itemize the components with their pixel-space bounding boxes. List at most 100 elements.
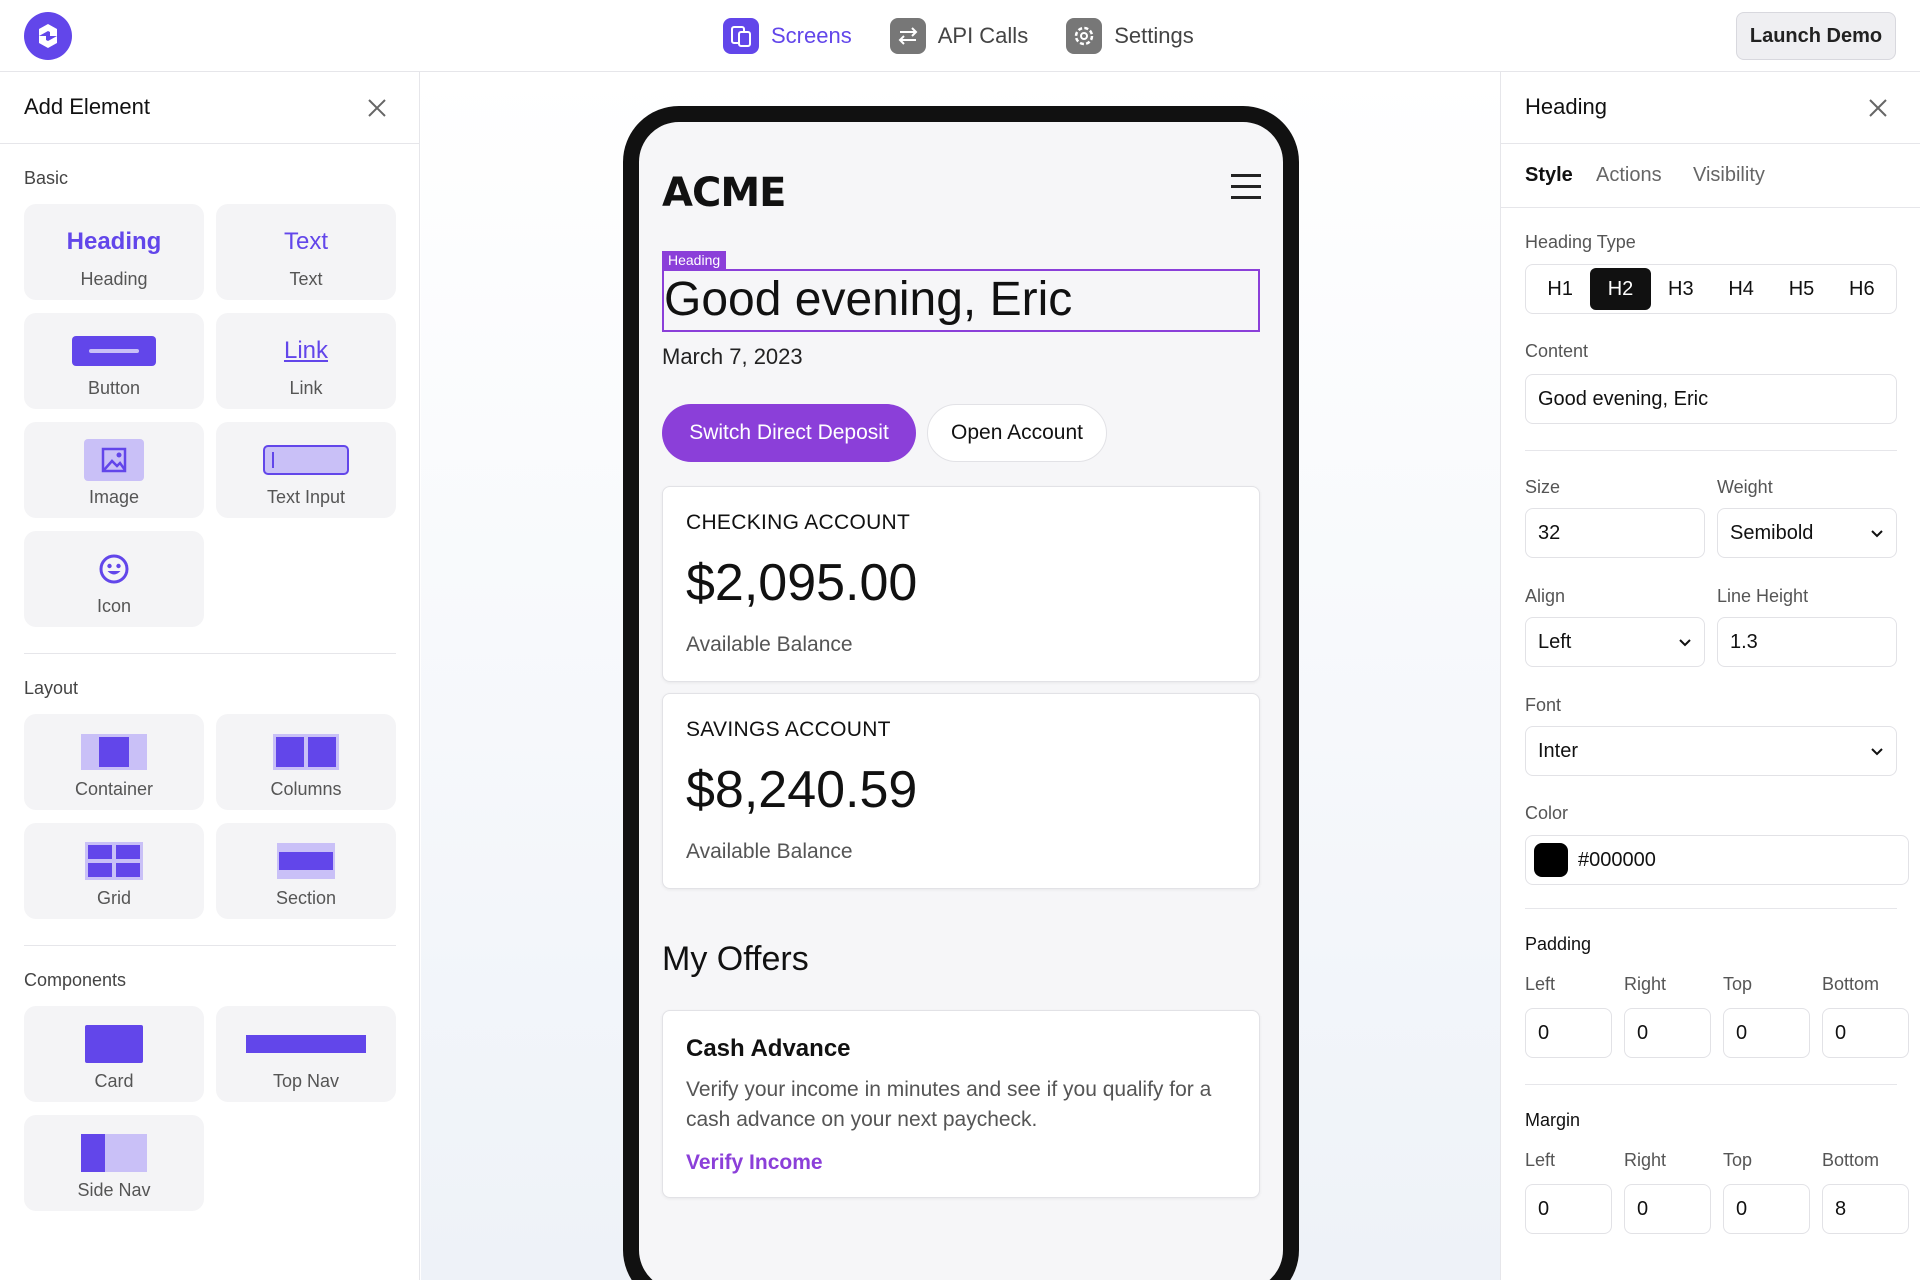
selection-tag: Heading (662, 251, 727, 269)
heading-type-h1[interactable]: H1 (1530, 268, 1590, 310)
checking-account-card[interactable]: CHECKING ACCOUNT $2,095.00 Available Bal… (662, 486, 1260, 682)
heading-type-h6[interactable]: H6 (1832, 268, 1892, 310)
element-container[interactable]: Container (24, 714, 204, 810)
grid-element-icon (24, 841, 204, 881)
gear-icon (1066, 18, 1103, 54)
hamburger-menu-icon[interactable] (1231, 174, 1261, 200)
heading-type-h3[interactable]: H3 (1651, 268, 1711, 310)
element-link[interactable]: Link Link (216, 313, 396, 409)
weight-select[interactable]: Semibold (1717, 508, 1897, 558)
add-element-header: Add Element (0, 72, 419, 144)
close-icon[interactable] (365, 96, 389, 120)
margin-right-input[interactable]: 0 (1624, 1184, 1711, 1234)
app-logo[interactable] (24, 12, 72, 60)
element-side-nav[interactable]: Side Nav (24, 1115, 204, 1211)
launch-demo-button[interactable]: Launch Demo (1736, 12, 1896, 60)
padding-left-input[interactable]: 0 (1525, 1008, 1612, 1058)
close-icon[interactable] (1866, 96, 1890, 120)
margin-bottom-input[interactable]: 8 (1822, 1184, 1909, 1234)
link-preview: Link (283, 337, 329, 364)
line-height-input[interactable]: 1.3 (1717, 617, 1897, 667)
open-account-button[interactable]: Open Account (927, 404, 1107, 462)
font-select[interactable]: Inter (1525, 726, 1897, 776)
offer-description: Verify your income in minutes and see if… (686, 1078, 1212, 1131)
margin-title: Margin (1525, 1110, 1581, 1130)
design-canvas[interactable]: ACME Heading Good evening, Eric March 7,… (421, 72, 1500, 1280)
heading-preview: Heading (66, 228, 162, 255)
properties-tabs: Style Actions Visibility (1501, 144, 1920, 208)
element-grid[interactable]: Grid (24, 823, 204, 919)
element-card[interactable]: Card (24, 1006, 204, 1102)
section-element-icon (216, 841, 396, 881)
size-label: Size (1525, 477, 1561, 497)
chevron-down-icon (1871, 530, 1883, 538)
side-nav-element-icon (24, 1133, 204, 1173)
padding-title: Padding (1525, 934, 1592, 954)
nav-screens[interactable]: Screens (723, 18, 852, 54)
element-columns[interactable]: Columns (216, 714, 396, 810)
properties-title: Heading (1525, 94, 1607, 119)
account-balance-label: Available Balance (686, 840, 853, 863)
line-height-label: Line Height (1717, 586, 1809, 606)
element-text-input[interactable]: Text Input (216, 422, 396, 518)
tab-style[interactable]: Style (1525, 164, 1573, 187)
divider (24, 653, 396, 654)
padding-right-input[interactable]: 0 (1624, 1008, 1711, 1058)
element-image[interactable]: Image (24, 422, 204, 518)
content-label: Content (1525, 341, 1589, 361)
tab-actions[interactable]: Actions (1596, 164, 1662, 187)
element-side-nav-label: Side Nav (77, 1180, 151, 1200)
color-swatch[interactable] (1534, 843, 1568, 877)
size-input[interactable]: 32 (1525, 508, 1705, 558)
align-select[interactable]: Left (1525, 617, 1705, 667)
nav-settings-label: Settings (1114, 23, 1194, 48)
element-container-label: Container (74, 779, 154, 799)
weight-label: Weight (1717, 477, 1773, 497)
padding-bottom-label: Bottom (1822, 974, 1880, 994)
padding-bottom-input[interactable]: 0 (1822, 1008, 1909, 1058)
tab-visibility[interactable]: Visibility (1693, 164, 1765, 187)
savings-account-card[interactable]: SAVINGS ACCOUNT $8,240.59 Available Bala… (662, 693, 1260, 889)
element-icon[interactable]: Icon (24, 531, 204, 627)
phone-frame: ACME Heading Good evening, Eric March 7,… (623, 106, 1299, 1280)
margin-top-input[interactable]: 0 (1723, 1184, 1810, 1234)
nav-screens-label: Screens (771, 23, 852, 48)
cash-advance-offer-card[interactable]: Cash Advance Verify your income in minut… (662, 1010, 1260, 1198)
element-button[interactable]: Button (24, 313, 204, 409)
chevron-down-icon (1871, 748, 1883, 756)
element-text[interactable]: Text Text (216, 204, 396, 300)
brand-logo: ACME (662, 170, 786, 216)
margin-left-input[interactable]: 0 (1525, 1184, 1612, 1234)
heading-type-h5[interactable]: H5 (1771, 268, 1831, 310)
button-element-icon (24, 331, 204, 371)
weight-value: Semibold (1730, 521, 1814, 544)
nav-api-calls[interactable]: API Calls (889, 18, 1028, 54)
divider (1525, 450, 1897, 451)
content-input[interactable]: Good evening, Eric (1525, 374, 1897, 424)
heading-type-h4[interactable]: H4 (1711, 268, 1771, 310)
padding-top-label: Top (1723, 974, 1753, 994)
text-input-element-icon (216, 440, 396, 480)
verify-income-link[interactable]: Verify Income (686, 1151, 823, 1175)
align-label: Align (1525, 586, 1566, 606)
smiley-icon (24, 549, 204, 589)
element-section[interactable]: Section (216, 823, 396, 919)
color-label: Color (1525, 803, 1569, 823)
nav-settings[interactable]: Settings (1066, 18, 1194, 54)
element-heading[interactable]: Heading Heading (24, 204, 204, 300)
color-input[interactable]: #000000 (1525, 835, 1909, 885)
padding-top-input[interactable]: 0 (1723, 1008, 1810, 1058)
element-link-label: Link (289, 378, 323, 398)
switch-direct-deposit-button[interactable]: Switch Direct Deposit (662, 404, 916, 462)
properties-header: Heading (1501, 72, 1920, 144)
element-top-nav-label: Top Nav (272, 1071, 340, 1091)
offers-heading[interactable]: My Offers (662, 940, 809, 979)
heading-type-h2[interactable]: H2 (1590, 268, 1651, 310)
text-preview: Text (283, 228, 328, 255)
top-nav: Screens API Calls Settings (723, 16, 1232, 56)
account-name: CHECKING ACCOUNT (686, 511, 911, 534)
divider (1525, 908, 1897, 909)
date-text[interactable]: March 7, 2023 (662, 344, 803, 370)
element-top-nav[interactable]: Top Nav (216, 1006, 396, 1102)
greeting-heading[interactable]: Good evening, Eric (662, 269, 1260, 332)
